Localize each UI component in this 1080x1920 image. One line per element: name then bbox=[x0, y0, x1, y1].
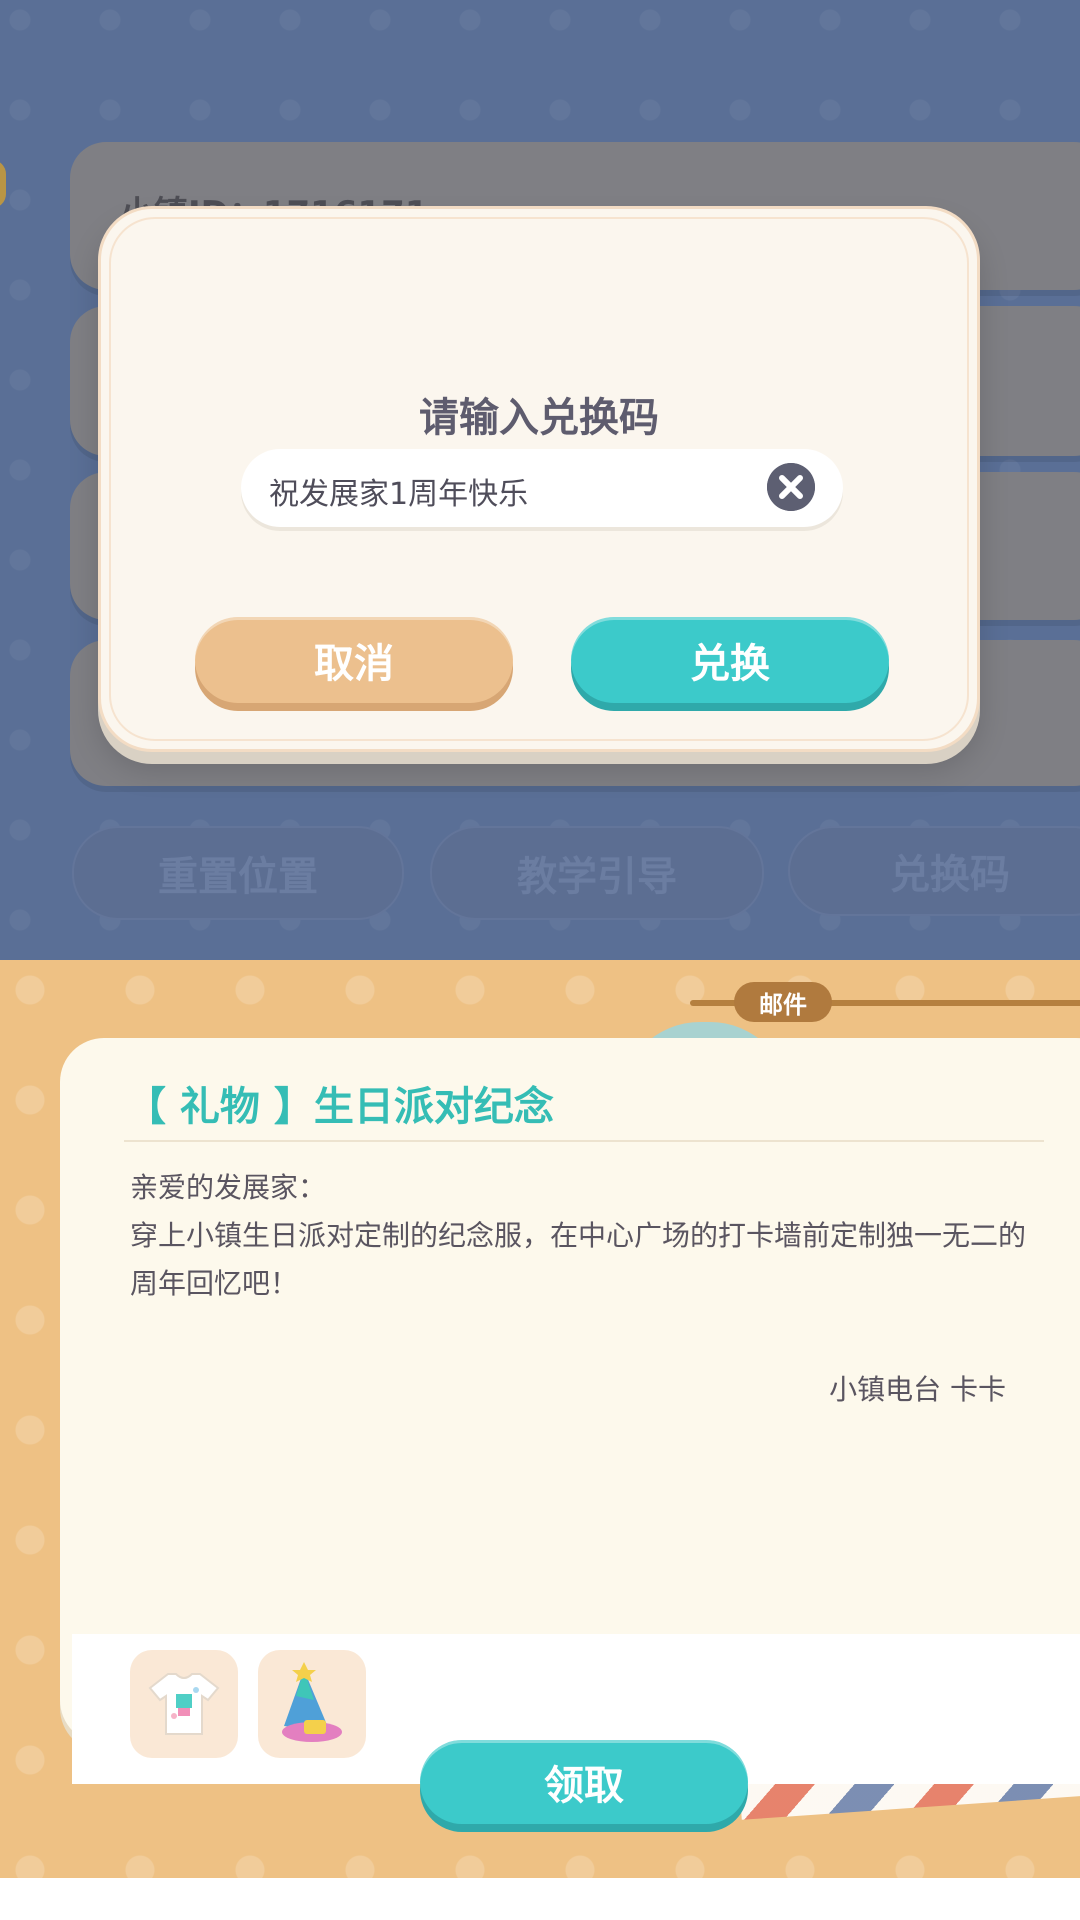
close-icon bbox=[767, 463, 815, 511]
letter-body: 亲爱的发展家： 穿上小镇生日派对定制的纪念服，在中心广场的打卡墙前定制独一无二的… bbox=[130, 1164, 1030, 1308]
redeem-code-button[interactable]: 兑换码 bbox=[788, 826, 1080, 916]
letter-card: 【 礼物 】生日派对纪念 亲爱的发展家： 穿上小镇生日派对定制的纪念服，在中心广… bbox=[60, 1038, 1080, 1784]
mail-tag: 邮件 bbox=[734, 982, 832, 1022]
letter-title: 【 礼物 】生日派对纪念 bbox=[126, 1084, 554, 1130]
redeem-code-value: 祝发展家1周年快乐 bbox=[269, 477, 529, 512]
reset-position-button[interactable]: 重置位置 bbox=[72, 826, 404, 920]
letter-signature: 小镇电台 卡卡 bbox=[829, 1373, 1006, 1406]
letter-content: 穿上小镇生日派对定制的纪念服，在中心广场的打卡墙前定制独一无二的周年回忆吧！ bbox=[130, 1219, 1027, 1300]
claim-button[interactable]: 领取 bbox=[420, 1740, 748, 1824]
attachment-item[interactable] bbox=[258, 1650, 366, 1758]
dialog-title: 请输入兑换码 bbox=[419, 395, 659, 441]
tshirt-icon bbox=[148, 1673, 220, 1735]
settings-screen: 小镇ID：1716171 重置位置 教学引导 兑换码 请输入兑换码 祝发展家1周… bbox=[0, 0, 1080, 960]
letter-greeting: 亲爱的发展家： bbox=[130, 1171, 327, 1204]
close-circle-icon[interactable] bbox=[767, 463, 815, 511]
redeem-button[interactable]: 兑换 bbox=[571, 617, 889, 703]
mail-screen: 邮件 【 礼物 】生日派对纪念 亲爱的发展家： 穿上小镇生日派对定制的纪念服，在… bbox=[0, 960, 1080, 1878]
cancel-button[interactable]: 取消 bbox=[195, 617, 513, 703]
divider bbox=[124, 1140, 1044, 1142]
redeem-dialog: 请输入兑换码 祝发展家1周年快乐 取消 兑换 bbox=[98, 206, 980, 752]
tutorial-button[interactable]: 教学引导 bbox=[430, 826, 764, 920]
party-hat-icon bbox=[282, 1662, 342, 1742]
redeem-code-input[interactable]: 祝发展家1周年快乐 bbox=[241, 449, 843, 527]
attachment-item[interactable] bbox=[130, 1650, 238, 1758]
